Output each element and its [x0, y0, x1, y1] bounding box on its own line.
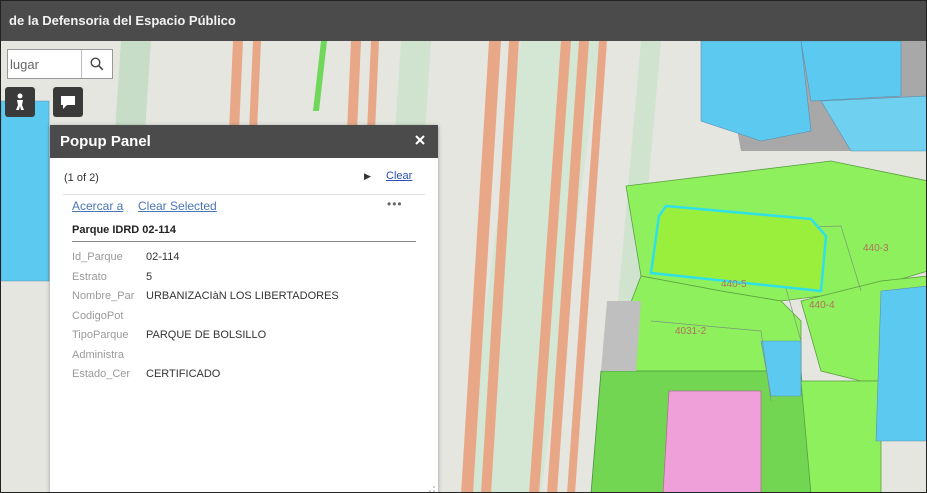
- search-box: [7, 49, 113, 79]
- lot-label: 440-4: [809, 300, 835, 311]
- attribute-key: Estado_Cer: [72, 368, 131, 380]
- attribute-row: Estado_Cer CERTIFICADO: [72, 368, 339, 388]
- lot-label: 440-3: [863, 243, 889, 254]
- lot-label: 4031-2: [675, 326, 707, 337]
- attribute-row: Administra: [72, 349, 339, 369]
- search-icon: [90, 57, 104, 71]
- close-icon[interactable]: [412, 132, 428, 148]
- play-icon[interactable]: ▶: [364, 171, 371, 182]
- divider: [72, 241, 416, 242]
- attribute-value: 5: [146, 270, 153, 283]
- attribute-value: CERTIFICADO: [146, 368, 221, 380]
- app-header: de la Defensoria del Espacio Público: [1, 1, 926, 41]
- app-frame: de la Defensoria del Espacio Público 440…: [0, 0, 927, 493]
- person-icon: [16, 93, 24, 110]
- resize-grip-icon[interactable]: [428, 485, 436, 493]
- person-tool-button[interactable]: [5, 87, 35, 117]
- popup-header: Popup Panel: [50, 125, 438, 158]
- clear-link[interactable]: Clear: [386, 170, 412, 182]
- feature-counter: (1 of 2): [64, 172, 99, 184]
- attribute-value: PARQUE DE BOLSILLO: [146, 329, 267, 341]
- app-title: de la Defensoria del Espacio Público: [9, 13, 236, 28]
- popup-title: Popup Panel: [60, 133, 151, 150]
- attribute-key: Id_Parque: [72, 251, 123, 263]
- attribute-key: Administra: [72, 348, 124, 361]
- attribute-row: Id_Parque 02-114: [72, 251, 339, 271]
- attribute-list: Id_Parque 02-114 Estrato 5 Nombre_Par URBAN…: [72, 251, 339, 388]
- popup-panel: Popup Panel (1 of 2) ▶ Clear Acercar a C…: [50, 125, 438, 493]
- zoom-to-link[interactable]: Acercar a: [72, 199, 123, 213]
- search-input[interactable]: [8, 50, 82, 78]
- feature-title: Parque IDRD 02-114: [72, 224, 176, 236]
- attribute-row: Estrato 5: [72, 271, 339, 291]
- attribute-row: Nombre_Par URBANIZACIàN LOS LIBERTADORES: [72, 290, 339, 310]
- attribute-row: CodigoPot: [72, 310, 339, 330]
- chat-icon: [61, 96, 75, 109]
- attribute-row: TipoParque PARQUE DE BOLSILLO: [72, 329, 339, 349]
- search-button[interactable]: [81, 50, 112, 78]
- clear-selected-link[interactable]: Clear Selected: [138, 199, 217, 213]
- attribute-key: TipoParque: [72, 329, 129, 341]
- attribute-value: 02-114: [146, 251, 180, 263]
- attribute-key: Nombre_Par: [72, 290, 135, 302]
- attribute-key: Estrato: [72, 270, 107, 283]
- divider: [63, 194, 425, 195]
- more-options-button[interactable]: •••: [387, 197, 403, 211]
- attribute-value: URBANIZACIàN LOS LIBERTADORES: [146, 290, 339, 302]
- attribute-key: CodigoPot: [72, 309, 124, 322]
- lot-label: 440-5: [721, 279, 747, 290]
- chat-tool-button[interactable]: [53, 87, 83, 117]
